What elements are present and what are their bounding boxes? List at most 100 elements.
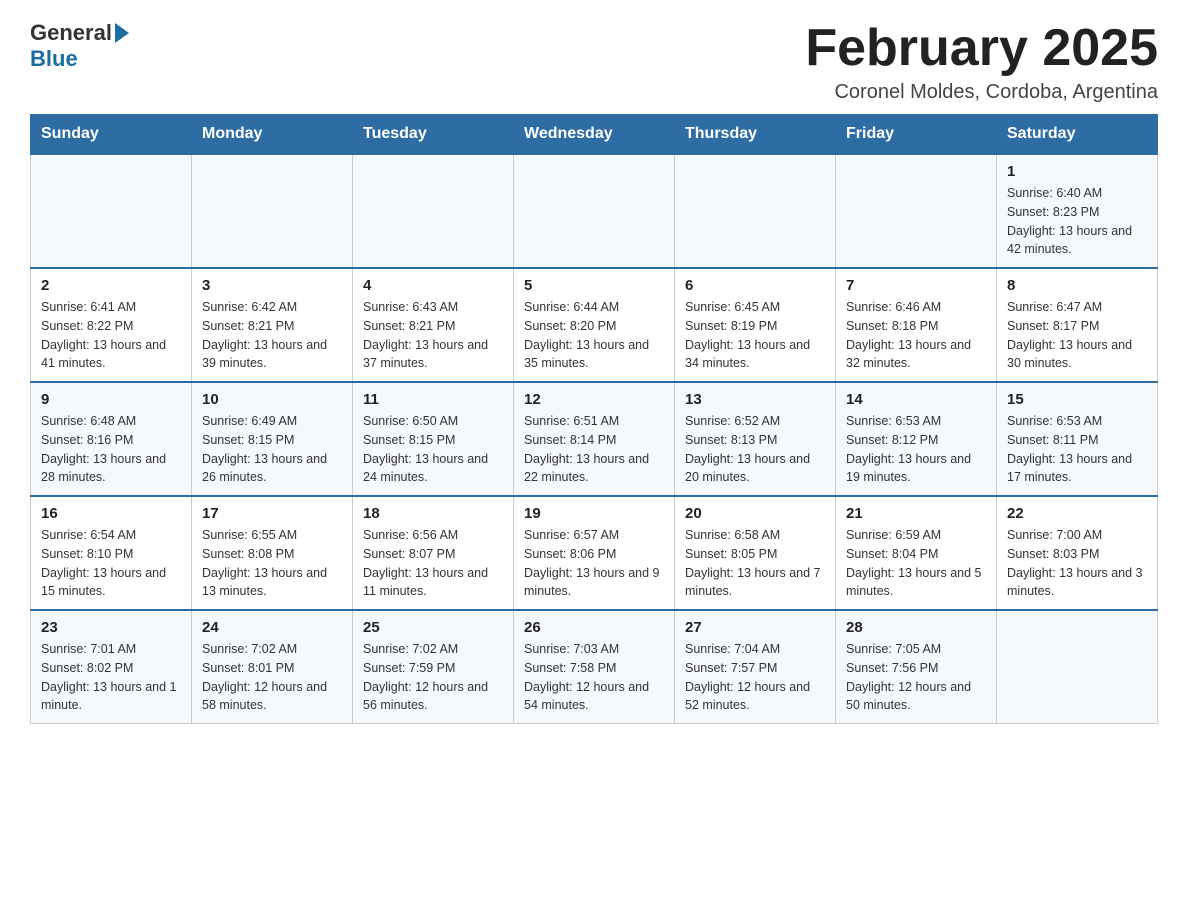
day-info: Sunrise: 6:42 AM Sunset: 8:21 PM Dayligh… xyxy=(202,298,342,373)
calendar-cell: 18 Sunrise: 6:56 AM Sunset: 8:07 PM Dayli… xyxy=(353,496,514,610)
calendar-cell xyxy=(31,154,192,268)
calendar-week-5: 23 Sunrise: 7:01 AM Sunset: 8:02 PM Dayli… xyxy=(31,610,1158,724)
day-number: 18 xyxy=(363,505,503,522)
calendar-header-saturday: Saturday xyxy=(997,115,1158,155)
calendar-table: SundayMondayTuesdayWednesdayThursdayFrid… xyxy=(30,114,1158,724)
day-info: Sunrise: 6:46 AM Sunset: 8:18 PM Dayligh… xyxy=(846,298,986,373)
location: Coronel Moldes, Cordoba, Argentina xyxy=(805,81,1158,104)
calendar-cell: 14Sunrise: 6:53 AM Sunset: 8:12 PM Dayli… xyxy=(836,382,997,496)
day-number: 23 xyxy=(41,619,181,636)
calendar-week-4: 16Sunrise: 6:54 AM Sunset: 8:10 PM Dayli… xyxy=(31,496,1158,610)
calendar-cell: 15 Sunrise: 6:53 AM Sunset: 8:11 PM Dayli… xyxy=(997,382,1158,496)
calendar-header-sunday: Sunday xyxy=(31,115,192,155)
day-number: 19 xyxy=(524,505,664,522)
calendar-cell: 13 Sunrise: 6:52 AM Sunset: 8:13 PM Dayli… xyxy=(675,382,836,496)
day-number: 20 xyxy=(685,505,825,522)
calendar-cell: 24 Sunrise: 7:02 AM Sunset: 8:01 PM Dayli… xyxy=(192,610,353,724)
day-number: 13 xyxy=(685,391,825,408)
logo-general-text: General xyxy=(30,20,112,46)
day-info: Sunrise: 7:05 AM Sunset: 7:56 PM Dayligh… xyxy=(846,640,986,715)
day-info: Sunrise: 6:50 AM Sunset: 8:15 PM Dayligh… xyxy=(363,412,503,487)
calendar-week-3: 9 Sunrise: 6:48 AM Sunset: 8:16 PM Daylig… xyxy=(31,382,1158,496)
calendar-cell: 2 Sunrise: 6:41 AM Sunset: 8:22 PM Daylig… xyxy=(31,268,192,382)
calendar-cell: 7 Sunrise: 6:46 AM Sunset: 8:18 PM Daylig… xyxy=(836,268,997,382)
day-number: 5 xyxy=(524,277,664,294)
calendar-header-tuesday: Tuesday xyxy=(353,115,514,155)
day-number: 10 xyxy=(202,391,342,408)
day-number: 15 xyxy=(1007,391,1147,408)
day-number: 9 xyxy=(41,391,181,408)
month-title: February 2025 xyxy=(805,20,1158,77)
calendar-cell: 23 Sunrise: 7:01 AM Sunset: 8:02 PM Dayli… xyxy=(31,610,192,724)
title-section: February 2025 Coronel Moldes, Cordoba, A… xyxy=(805,20,1158,104)
day-info: Sunrise: 6:44 AM Sunset: 8:20 PM Dayligh… xyxy=(524,298,664,373)
calendar-header-monday: Monday xyxy=(192,115,353,155)
day-info: Sunrise: 6:45 AM Sunset: 8:19 PM Dayligh… xyxy=(685,298,825,373)
calendar-cell: 27Sunrise: 7:04 AM Sunset: 7:57 PM Dayli… xyxy=(675,610,836,724)
day-number: 8 xyxy=(1007,277,1147,294)
day-info: Sunrise: 6:53 AM Sunset: 8:12 PM Dayligh… xyxy=(846,412,986,487)
day-info: Sunrise: 6:56 AM Sunset: 8:07 PM Dayligh… xyxy=(363,526,503,601)
day-number: 3 xyxy=(202,277,342,294)
day-info: Sunrise: 7:01 AM Sunset: 8:02 PM Dayligh… xyxy=(41,640,181,715)
calendar-cell: 28 Sunrise: 7:05 AM Sunset: 7:56 PM Dayli… xyxy=(836,610,997,724)
calendar-cell: 9 Sunrise: 6:48 AM Sunset: 8:16 PM Daylig… xyxy=(31,382,192,496)
calendar-cell xyxy=(836,154,997,268)
calendar-cell: 10 Sunrise: 6:49 AM Sunset: 8:15 PM Dayli… xyxy=(192,382,353,496)
logo-triangle-icon xyxy=(115,23,129,43)
day-info: Sunrise: 6:55 AM Sunset: 8:08 PM Dayligh… xyxy=(202,526,342,601)
day-info: Sunrise: 6:48 AM Sunset: 8:16 PM Dayligh… xyxy=(41,412,181,487)
calendar-cell: 1 Sunrise: 6:40 AM Sunset: 8:23 PM Daylig… xyxy=(997,154,1158,268)
calendar-cell: 4Sunrise: 6:43 AM Sunset: 8:21 PM Daylig… xyxy=(353,268,514,382)
day-number: 28 xyxy=(846,619,986,636)
day-number: 1 xyxy=(1007,163,1147,180)
calendar-cell: 20 Sunrise: 6:58 AM Sunset: 8:05 PM Dayli… xyxy=(675,496,836,610)
calendar-cell xyxy=(192,154,353,268)
day-info: Sunrise: 6:51 AM Sunset: 8:14 PM Dayligh… xyxy=(524,412,664,487)
day-number: 24 xyxy=(202,619,342,636)
day-info: Sunrise: 6:41 AM Sunset: 8:22 PM Dayligh… xyxy=(41,298,181,373)
calendar-cell xyxy=(997,610,1158,724)
day-info: Sunrise: 6:52 AM Sunset: 8:13 PM Dayligh… xyxy=(685,412,825,487)
page-header: General Blue February 2025 Coronel Molde… xyxy=(30,20,1158,104)
calendar-cell: 11Sunrise: 6:50 AM Sunset: 8:15 PM Dayli… xyxy=(353,382,514,496)
calendar-cell xyxy=(353,154,514,268)
calendar-cell: 22 Sunrise: 7:00 AM Sunset: 8:03 PM Dayli… xyxy=(997,496,1158,610)
calendar-cell: 8 Sunrise: 6:47 AM Sunset: 8:17 PM Daylig… xyxy=(997,268,1158,382)
day-number: 12 xyxy=(524,391,664,408)
day-number: 2 xyxy=(41,277,181,294)
calendar-cell: 6Sunrise: 6:45 AM Sunset: 8:19 PM Daylig… xyxy=(675,268,836,382)
day-info: Sunrise: 6:57 AM Sunset: 8:06 PM Dayligh… xyxy=(524,526,664,601)
calendar-cell: 5 Sunrise: 6:44 AM Sunset: 8:20 PM Daylig… xyxy=(514,268,675,382)
day-number: 22 xyxy=(1007,505,1147,522)
day-info: Sunrise: 6:40 AM Sunset: 8:23 PM Dayligh… xyxy=(1007,184,1147,259)
day-info: Sunrise: 7:00 AM Sunset: 8:03 PM Dayligh… xyxy=(1007,526,1147,601)
calendar-header-thursday: Thursday xyxy=(675,115,836,155)
calendar-week-2: 2 Sunrise: 6:41 AM Sunset: 8:22 PM Daylig… xyxy=(31,268,1158,382)
day-number: 7 xyxy=(846,277,986,294)
day-number: 21 xyxy=(846,505,986,522)
day-info: Sunrise: 7:02 AM Sunset: 8:01 PM Dayligh… xyxy=(202,640,342,715)
day-info: Sunrise: 6:47 AM Sunset: 8:17 PM Dayligh… xyxy=(1007,298,1147,373)
day-number: 25 xyxy=(363,619,503,636)
day-info: Sunrise: 6:53 AM Sunset: 8:11 PM Dayligh… xyxy=(1007,412,1147,487)
calendar-header-wednesday: Wednesday xyxy=(514,115,675,155)
calendar-cell: 25Sunrise: 7:02 AM Sunset: 7:59 PM Dayli… xyxy=(353,610,514,724)
calendar-cell: 3 Sunrise: 6:42 AM Sunset: 8:21 PM Daylig… xyxy=(192,268,353,382)
day-number: 26 xyxy=(524,619,664,636)
day-number: 4 xyxy=(363,277,503,294)
day-number: 17 xyxy=(202,505,342,522)
calendar-header-friday: Friday xyxy=(836,115,997,155)
day-number: 27 xyxy=(685,619,825,636)
day-info: Sunrise: 6:49 AM Sunset: 8:15 PM Dayligh… xyxy=(202,412,342,487)
logo-blue-text: Blue xyxy=(30,46,78,72)
logo: General Blue xyxy=(30,20,132,72)
calendar-cell: 21 Sunrise: 6:59 AM Sunset: 8:04 PM Dayli… xyxy=(836,496,997,610)
day-info: Sunrise: 6:58 AM Sunset: 8:05 PM Dayligh… xyxy=(685,526,825,601)
calendar-cell xyxy=(514,154,675,268)
calendar-cell xyxy=(675,154,836,268)
calendar-week-1: 1 Sunrise: 6:40 AM Sunset: 8:23 PM Daylig… xyxy=(31,154,1158,268)
day-info: Sunrise: 6:59 AM Sunset: 8:04 PM Dayligh… xyxy=(846,526,986,601)
calendar-cell: 19 Sunrise: 6:57 AM Sunset: 8:06 PM Dayli… xyxy=(514,496,675,610)
calendar-cell: 16Sunrise: 6:54 AM Sunset: 8:10 PM Dayli… xyxy=(31,496,192,610)
